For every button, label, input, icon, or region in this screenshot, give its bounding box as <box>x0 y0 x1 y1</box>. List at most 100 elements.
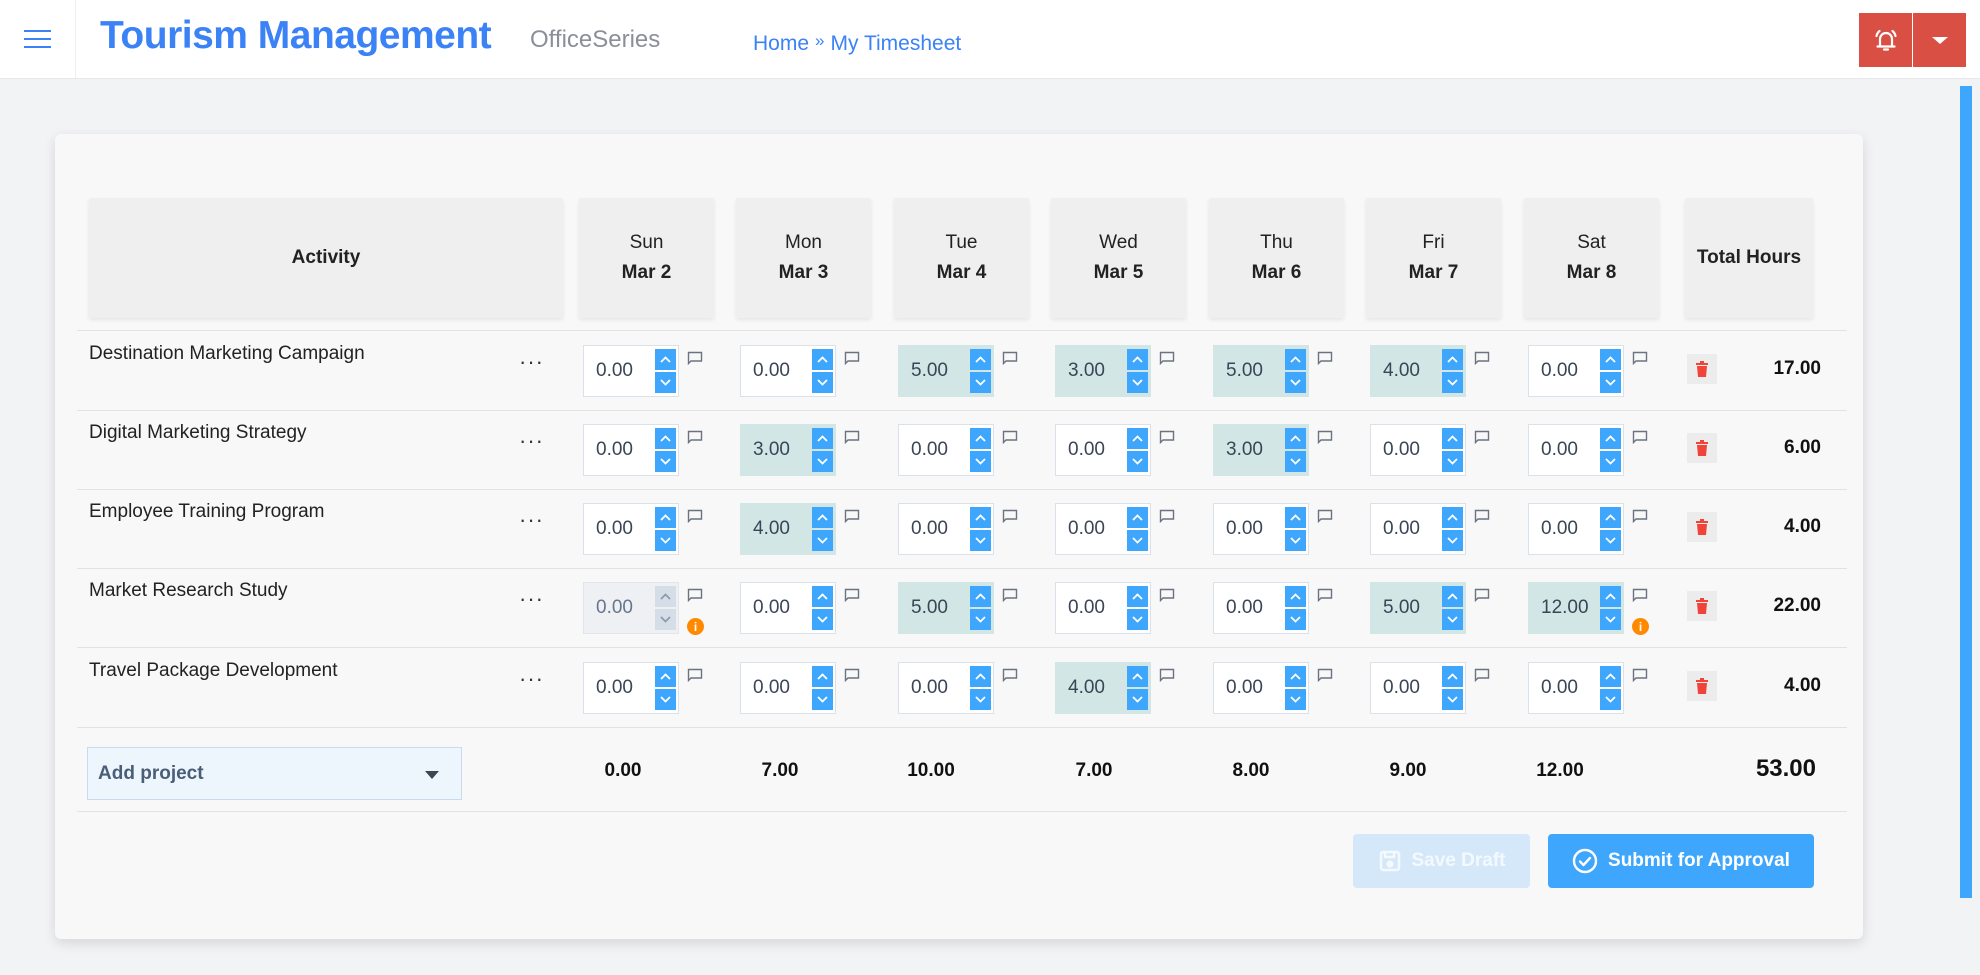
delete-row-button[interactable] <box>1687 512 1717 542</box>
hours-input[interactable] <box>741 583 811 633</box>
hours-input[interactable] <box>1214 663 1284 713</box>
decrement-button[interactable] <box>970 451 991 472</box>
decrement-button[interactable] <box>812 451 833 472</box>
hours-stepper[interactable] <box>898 662 994 714</box>
comment-icon[interactable] <box>1474 351 1490 366</box>
comment-icon[interactable] <box>844 668 860 683</box>
breadcrumb-home[interactable]: Home <box>753 32 809 56</box>
decrement-button[interactable] <box>1285 689 1306 710</box>
decrement-button[interactable] <box>1127 609 1148 630</box>
increment-button[interactable] <box>1442 349 1463 370</box>
decrement-button[interactable] <box>1285 372 1306 393</box>
decrement-button[interactable] <box>1442 372 1463 393</box>
decrement-button[interactable] <box>970 609 991 630</box>
increment-button[interactable] <box>1285 428 1306 449</box>
comment-icon[interactable] <box>1317 668 1333 683</box>
comment-icon[interactable] <box>1002 588 1018 603</box>
delete-row-button[interactable] <box>1687 354 1717 384</box>
decrement-button[interactable] <box>1600 372 1621 393</box>
hours-stepper[interactable] <box>740 662 836 714</box>
hours-input[interactable] <box>1529 663 1599 713</box>
hours-stepper[interactable] <box>898 503 994 555</box>
hours-stepper[interactable] <box>1528 503 1624 555</box>
comment-icon[interactable] <box>1632 588 1648 603</box>
comment-icon[interactable] <box>687 351 703 366</box>
decrement-button[interactable] <box>1600 451 1621 472</box>
increment-button[interactable] <box>1127 666 1148 687</box>
hours-input[interactable] <box>741 504 811 554</box>
hours-input[interactable] <box>741 346 811 396</box>
comment-icon[interactable] <box>1474 430 1490 445</box>
increment-button[interactable] <box>1127 428 1148 449</box>
increment-button[interactable] <box>1442 666 1463 687</box>
hours-stepper[interactable] <box>1213 662 1309 714</box>
comment-icon[interactable] <box>844 509 860 524</box>
increment-button[interactable] <box>1127 586 1148 607</box>
increment-button[interactable] <box>655 507 676 528</box>
comment-icon[interactable] <box>1002 509 1018 524</box>
hours-input[interactable] <box>899 425 969 475</box>
hours-stepper[interactable] <box>740 424 836 476</box>
hours-stepper[interactable] <box>1370 424 1466 476</box>
increment-button[interactable] <box>1600 507 1621 528</box>
hours-input[interactable] <box>1529 346 1599 396</box>
comment-icon[interactable] <box>1317 351 1333 366</box>
decrement-button[interactable] <box>655 689 676 710</box>
increment-button[interactable] <box>970 507 991 528</box>
hours-input[interactable] <box>584 663 654 713</box>
hours-stepper[interactable] <box>1370 345 1466 397</box>
comment-icon[interactable] <box>844 351 860 366</box>
comment-icon[interactable] <box>1159 588 1175 603</box>
hours-input[interactable] <box>1529 425 1599 475</box>
increment-button[interactable] <box>655 428 676 449</box>
comment-icon[interactable] <box>1632 509 1648 524</box>
hours-stepper[interactable] <box>1370 662 1466 714</box>
comment-icon[interactable] <box>844 588 860 603</box>
hours-input[interactable] <box>584 346 654 396</box>
comment-icon[interactable] <box>844 430 860 445</box>
hours-input[interactable] <box>1214 346 1284 396</box>
hours-input[interactable] <box>1214 504 1284 554</box>
decrement-button[interactable] <box>1285 451 1306 472</box>
decrement-button[interactable] <box>1442 609 1463 630</box>
hours-input[interactable] <box>899 583 969 633</box>
delete-row-button[interactable] <box>1687 591 1717 621</box>
increment-button[interactable] <box>1127 349 1148 370</box>
hours-input[interactable] <box>584 425 654 475</box>
decrement-button[interactable] <box>655 451 676 472</box>
hours-stepper[interactable] <box>1213 582 1309 634</box>
increment-button[interactable] <box>812 586 833 607</box>
hours-stepper[interactable] <box>1055 345 1151 397</box>
hours-input[interactable] <box>899 663 969 713</box>
hours-input[interactable] <box>899 504 969 554</box>
increment-button[interactable] <box>812 428 833 449</box>
increment-button[interactable] <box>970 586 991 607</box>
comment-icon[interactable] <box>1317 509 1333 524</box>
comment-icon[interactable] <box>1474 668 1490 683</box>
decrement-button[interactable] <box>812 689 833 710</box>
alerts-button[interactable] <box>1859 13 1912 67</box>
hours-input[interactable] <box>1056 425 1126 475</box>
hours-stepper[interactable] <box>1370 503 1466 555</box>
add-project-dropdown[interactable]: Add project <box>87 747 462 800</box>
decrement-button[interactable] <box>1442 530 1463 551</box>
hours-stepper[interactable] <box>1055 662 1151 714</box>
info-warning-icon[interactable]: i <box>1632 618 1649 635</box>
breadcrumb-my-timesheet[interactable]: My Timesheet <box>831 32 962 56</box>
comment-icon[interactable] <box>687 668 703 683</box>
increment-button[interactable] <box>970 428 991 449</box>
comment-icon[interactable] <box>1159 509 1175 524</box>
hours-input[interactable] <box>1056 504 1126 554</box>
increment-button[interactable] <box>812 666 833 687</box>
decrement-button[interactable] <box>1127 372 1148 393</box>
comment-icon[interactable] <box>1632 430 1648 445</box>
hours-input[interactable] <box>1371 346 1441 396</box>
hours-stepper[interactable] <box>740 345 836 397</box>
decrement-button[interactable] <box>1127 451 1148 472</box>
comment-icon[interactable] <box>1632 668 1648 683</box>
hours-input[interactable] <box>584 504 654 554</box>
hours-input[interactable] <box>741 425 811 475</box>
more-options-icon[interactable]: ··· <box>519 507 544 533</box>
decrement-button[interactable] <box>1127 530 1148 551</box>
hours-stepper[interactable] <box>1213 503 1309 555</box>
